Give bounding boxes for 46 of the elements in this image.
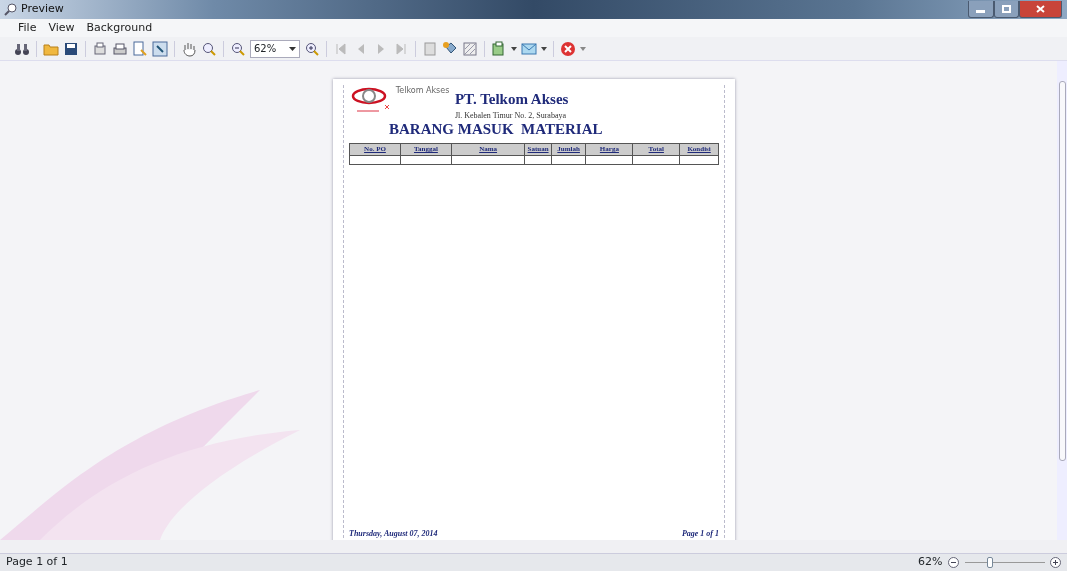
company-address: Jl. Kebalen Timur No. 2, Surabaya — [454, 110, 567, 123]
minimize-button[interactable] — [967, 1, 994, 18]
page-setup-icon — [92, 40, 108, 57]
menu-item[interactable]: Background — [86, 19, 153, 37]
printer-icon — [112, 40, 128, 57]
document-icon — [132, 40, 148, 57]
close-icon — [1035, 5, 1045, 13]
close-button[interactable] — [1018, 1, 1062, 18]
toolbar-button[interactable] — [63, 40, 79, 57]
toolbar-button[interactable] — [112, 40, 128, 57]
watermark-icon — [462, 40, 478, 57]
caret-icon[interactable] — [541, 46, 547, 51]
report-title: BARANG MASUK MATERIAL — [389, 122, 604, 138]
footer-page: Page 1 of 1 — [681, 528, 719, 540]
menu-item[interactable]: File — [18, 19, 37, 37]
hand-icon — [181, 40, 197, 57]
zoom-level: 62% — [918, 554, 943, 571]
zoom-in-icon — [201, 40, 217, 57]
footer-date: Thursday, August 07, 2014 — [349, 528, 438, 540]
zoom-in-icon — [304, 40, 320, 57]
restore-icon — [1001, 5, 1011, 13]
menu-item[interactable]: View — [48, 19, 75, 37]
zoom-out-icon[interactable] — [948, 557, 959, 568]
zoom-field[interactable]: 62% — [250, 39, 300, 58]
envelope-icon — [521, 40, 537, 57]
export-document-icon — [491, 40, 507, 57]
toolbar-button[interactable] — [491, 40, 507, 57]
logo-text: Telkom Akses — [395, 85, 450, 97]
close-icon — [560, 40, 576, 57]
toolbar-button[interactable] — [230, 40, 246, 57]
magnifier-icon — [4, 3, 17, 16]
page-icon — [422, 40, 438, 57]
toolbar-button[interactable] — [304, 40, 320, 57]
page-indicator: Page 1 of 1 — [6, 554, 68, 571]
zoom-in-icon[interactable] — [1050, 557, 1061, 568]
dropdown-icon — [289, 46, 296, 51]
zoom-out-icon — [230, 40, 246, 57]
scrollbar-thumb[interactable] — [1058, 81, 1066, 461]
toolbar-button[interactable] — [201, 40, 217, 57]
save-icon — [63, 40, 79, 57]
window-title: Preview — [21, 1, 64, 18]
slider-thumb[interactable] — [986, 557, 993, 568]
company-name: PT. Telkom Akses — [454, 89, 569, 109]
caret-icon[interactable] — [511, 46, 517, 51]
toolbar-button[interactable] — [560, 40, 576, 57]
maximize-button[interactable] — [993, 1, 1019, 18]
